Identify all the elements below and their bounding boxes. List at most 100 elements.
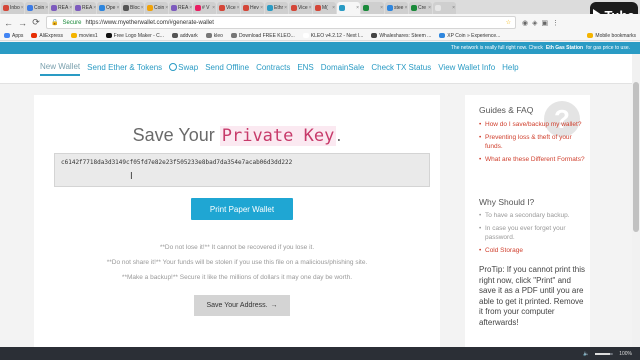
tab-close-icon[interactable]: × <box>165 5 168 11</box>
save-address-button[interactable]: Save Your Address. → <box>194 295 290 316</box>
tab-close-icon[interactable]: × <box>309 5 312 11</box>
tab-close-icon[interactable]: × <box>69 5 72 11</box>
guides-title: Guides & FAQ <box>479 105 534 115</box>
speaker-icon[interactable]: 🔈 <box>583 351 589 357</box>
back-icon[interactable]: ← <box>4 18 13 28</box>
browser-tab[interactable]: Ope × <box>97 2 120 14</box>
bookmark-item[interactable]: addvark <box>171 33 198 39</box>
browser-tab[interactable]: REA × <box>169 2 192 14</box>
tab-favicon-icon <box>147 5 153 11</box>
nav-send-offline[interactable]: Send Offline <box>205 63 249 75</box>
nav-view-wallet-info[interactable]: View Wallet Info <box>438 63 495 75</box>
tab-close-icon[interactable]: × <box>260 5 263 11</box>
nav-contracts[interactable]: Contracts <box>256 63 290 75</box>
tab-close-icon[interactable]: × <box>237 5 240 11</box>
nav-swap[interactable]: Swap <box>169 62 198 75</box>
nav-label: New Wallet <box>40 61 81 71</box>
nav-send-ether-tokens[interactable]: Send Ether & Tokens <box>87 63 162 75</box>
tab-label: Coin <box>34 5 45 11</box>
browser-tab[interactable]: Inbo × <box>1 2 24 14</box>
bookmark-item[interactable]: Free Logo Maker - C... <box>105 33 164 39</box>
bookmark-item[interactable]: movies1 <box>71 33 98 39</box>
extension-icon[interactable]: ▣ <box>542 19 549 27</box>
nav-label: ENS <box>297 62 314 72</box>
tab-close-icon[interactable]: × <box>189 5 192 11</box>
bookmark-item[interactable]: Apps <box>4 33 23 39</box>
browser-tab[interactable]: Cre × <box>409 2 432 14</box>
browser-tab[interactable]: Bloc × <box>121 2 144 14</box>
browser-tab[interactable]: Coin × <box>145 2 168 14</box>
volume-slider[interactable] <box>595 352 614 355</box>
tab-label: Ope <box>106 5 116 11</box>
tab-close-icon[interactable]: × <box>45 5 48 11</box>
faq-link[interactable]: Preventing loss & theft of your funds. <box>479 133 585 151</box>
eth-gas-station-link[interactable]: Eth Gas Station <box>546 45 583 51</box>
other-bookmarks[interactable]: Mobile bookmarks <box>587 33 636 39</box>
bookmark-item[interactable]: Whaleshares: Steem ... <box>371 33 431 39</box>
browser-tab[interactable]: × <box>361 2 384 14</box>
nav-new-wallet[interactable]: New Wallet <box>40 61 81 76</box>
tab-close-icon[interactable]: × <box>332 5 335 11</box>
url-input[interactable]: 🔒 Secure https://www.myetherwallet.com/#… <box>46 16 516 29</box>
tab-favicon-icon <box>171 5 177 11</box>
extension-icon[interactable]: ◉ <box>522 19 528 27</box>
page-scrollbar[interactable] <box>632 54 640 360</box>
folder-icon <box>587 33 594 38</box>
faq-link[interactable]: What are these Different Formats? <box>479 155 585 164</box>
browser-tab[interactable]: REA × <box>49 2 72 14</box>
tab-favicon-icon <box>411 5 417 11</box>
zoom-level: 100% <box>619 350 632 357</box>
browser-tab[interactable]: M(× <box>313 2 336 14</box>
url-text: https://www.myetherwallet.com/#generate-… <box>85 19 214 26</box>
browser-tab[interactable]: Hev × <box>241 2 264 14</box>
tab-close-icon[interactable]: × <box>141 5 144 11</box>
browser-tab[interactable]: × <box>337 2 360 14</box>
nav-help[interactable]: Help <box>502 63 518 75</box>
faq-list: How do I save/backup my wallet? Preventin… <box>479 120 585 168</box>
forward-icon[interactable]: → <box>18 18 27 28</box>
browser-tab[interactable]: Vice × <box>289 2 312 14</box>
bookmark-item[interactable]: kleo <box>205 32 223 39</box>
extension-icon[interactable]: ◈ <box>532 19 537 27</box>
print-paper-wallet-button[interactable]: Print Paper Wallet <box>191 198 293 220</box>
protip-text: ProTip: If you cannot print this right n… <box>479 265 585 327</box>
browser-tab[interactable]: REA × <box>73 2 96 14</box>
tab-close-icon[interactable]: × <box>116 5 119 11</box>
tab-close-icon[interactable]: × <box>404 5 407 11</box>
warning-text: **Make a backup!** Secure it like the mi… <box>121 274 353 281</box>
tab-close-icon[interactable]: × <box>428 5 431 11</box>
nav-domainsale[interactable]: DomainSale <box>321 63 365 75</box>
scrollbar-thumb[interactable] <box>633 82 639 232</box>
wallet-nav: New Wallet Send Ether & Tokens Swap Send Of… <box>0 54 632 84</box>
tab-close-icon[interactable]: × <box>21 5 24 11</box>
menu-icon[interactable]: ⋮ <box>552 19 559 27</box>
tab-close-icon[interactable]: × <box>284 5 287 11</box>
bookmark-item[interactable]: KLEO v4.2.12 - Next l... <box>302 33 363 39</box>
bookmark-star-icon[interactable]: ☆ <box>506 19 511 26</box>
browser-tab[interactable]: Vice × <box>217 2 240 14</box>
browser-tab[interactable]: # V × <box>193 2 216 14</box>
bookmark-item[interactable]: XP Coin » Experience... <box>439 33 500 39</box>
faq-link[interactable]: How do I save/backup my wallet? <box>479 120 585 129</box>
nav-ens[interactable]: ENS <box>297 63 313 75</box>
bookmark-label: Apps <box>12 32 24 39</box>
private-key-field[interactable]: c6142f7718da3d3149cf05fd7e82e23f505233e8… <box>54 153 430 187</box>
tab-close-icon[interactable]: × <box>380 5 383 11</box>
browser-tab[interactable]: Ethr × <box>265 2 288 14</box>
tab-close-icon[interactable]: × <box>93 5 96 11</box>
nav-check-tx-status[interactable]: Check TX Status <box>371 63 431 75</box>
tab-close-icon[interactable]: × <box>452 5 455 11</box>
bookmark-label: kleo <box>213 32 223 39</box>
bookmark-item[interactable]: AliExpress <box>31 33 63 39</box>
reload-icon[interactable]: ⟳ <box>32 17 40 28</box>
tab-close-icon[interactable]: × <box>212 5 215 11</box>
swap-icon <box>169 62 178 71</box>
tab-label: Inbo <box>10 5 20 11</box>
browser-tab[interactable]: Coin × <box>25 2 48 14</box>
tab-label: Cre <box>418 5 427 11</box>
tab-close-icon[interactable]: × <box>356 5 359 11</box>
browser-tab[interactable]: × <box>433 2 456 14</box>
cold-storage-link[interactable]: Cold Storage <box>479 246 585 255</box>
bookmark-item[interactable]: Download FREE KLEO... <box>230 33 295 39</box>
browser-tab[interactable]: stee × <box>385 2 408 14</box>
